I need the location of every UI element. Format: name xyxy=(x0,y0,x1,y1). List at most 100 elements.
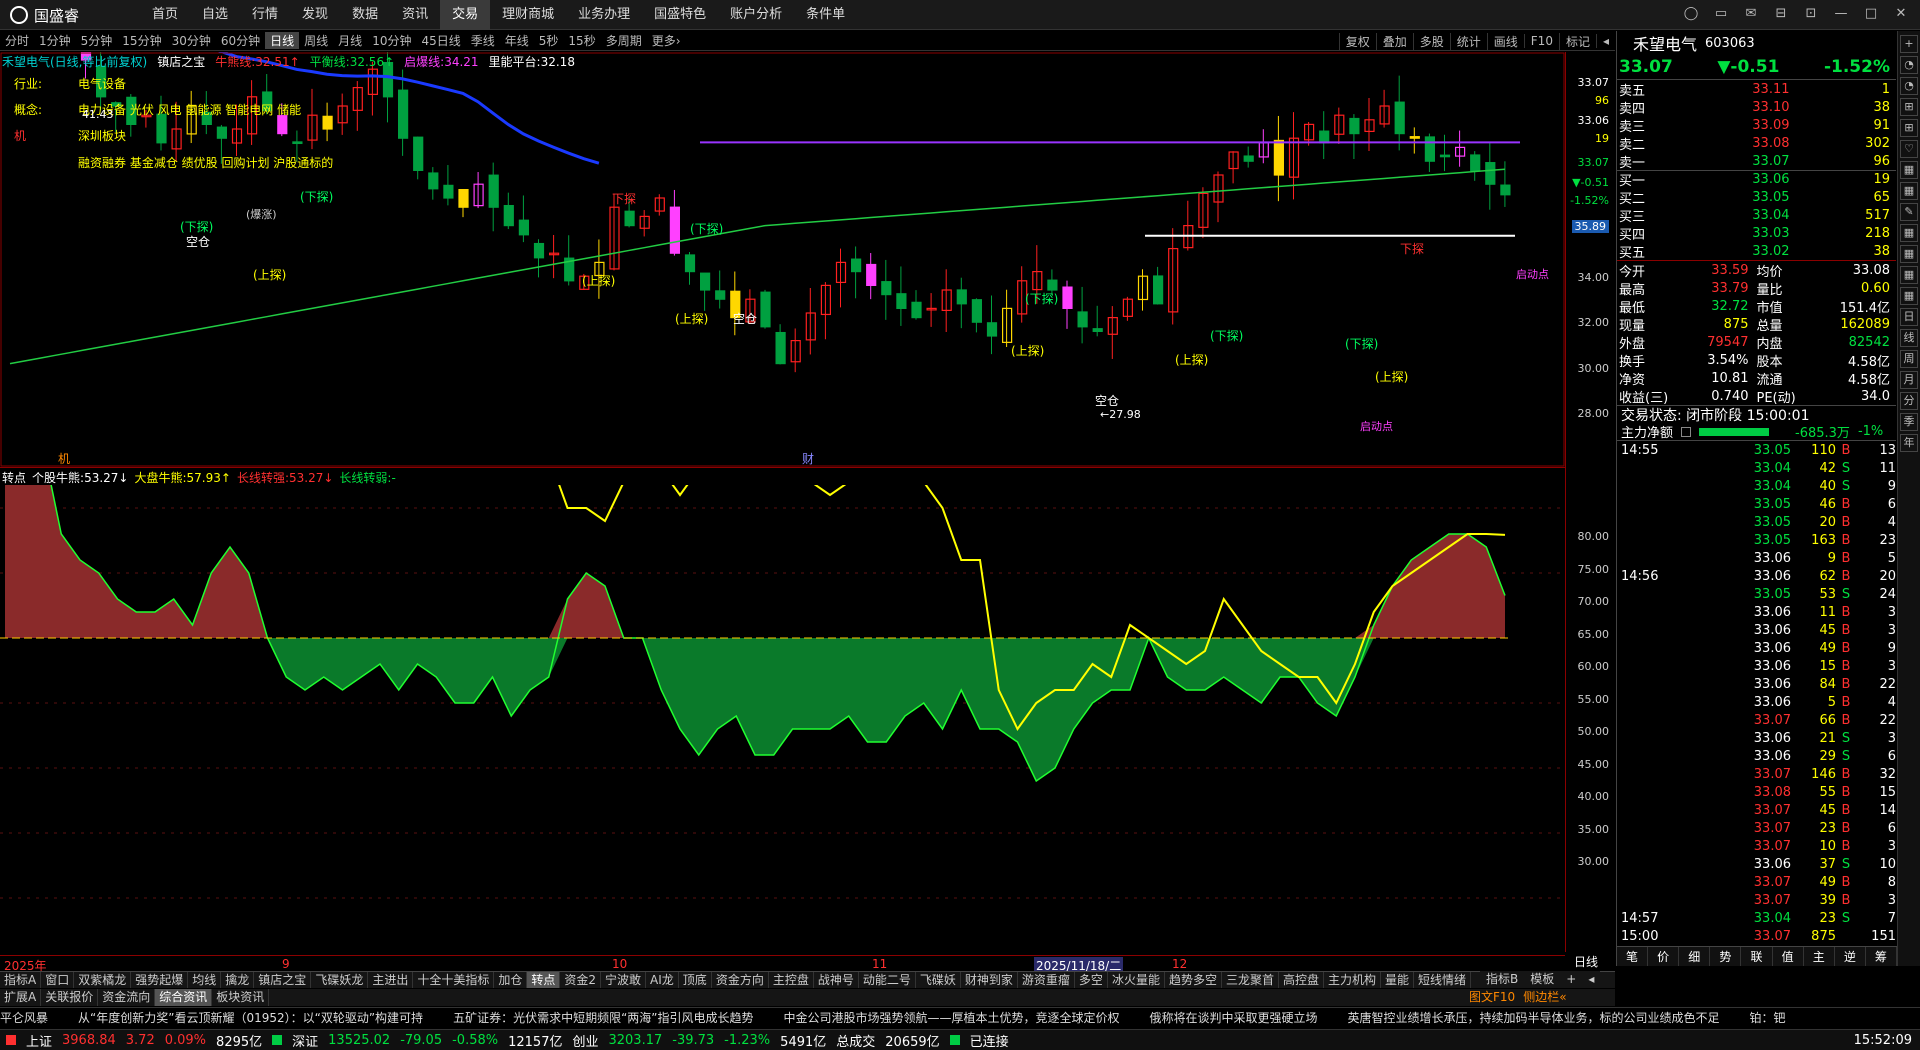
window-btn-2-icon[interactable]: ✉ xyxy=(1742,6,1760,21)
quote-tab-5[interactable]: 值 xyxy=(1773,947,1804,966)
right-tool-16[interactable]: 月 xyxy=(1900,371,1918,389)
right-tool-8[interactable]: ✎ xyxy=(1900,203,1918,221)
tick-row[interactable]: 33.04 40 S 9 xyxy=(1621,477,1896,495)
right-tool-11[interactable]: ▦ xyxy=(1900,266,1918,284)
indicator-tab-15[interactable]: 顶底 xyxy=(679,972,712,988)
quote-tab-2[interactable]: 细 xyxy=(1679,947,1711,966)
right-tool-2[interactable]: ◔ xyxy=(1900,77,1918,95)
chart-tool-2[interactable]: 多股 xyxy=(1412,32,1450,50)
chart-tool-0[interactable]: 复权 xyxy=(1338,32,1376,50)
news-item-4[interactable]: 俄称将在谈判中采取更强硬立场 xyxy=(1150,1009,1318,1026)
period-2[interactable]: 5分钟 xyxy=(76,32,118,49)
news-item-6[interactable]: 铂：钯 xyxy=(1750,1009,1786,1026)
chart-tool-3[interactable]: 统计 xyxy=(1449,32,1487,50)
period-16[interactable]: 更多› xyxy=(647,32,686,49)
right-tool-19[interactable]: 年 xyxy=(1900,434,1918,452)
window-btn-3-icon[interactable]: ⊟ xyxy=(1772,6,1790,21)
indicator-control-2[interactable]: + xyxy=(1560,971,1582,988)
right-tool-9[interactable]: ▦ xyxy=(1900,224,1918,242)
tick-row[interactable]: 33.06 49 B 9 xyxy=(1621,639,1896,657)
indicator-tab-18[interactable]: 战神号 xyxy=(814,972,859,988)
tick-row[interactable]: 14:57 33.04 23 S 7 xyxy=(1621,909,1896,927)
menu-item-6[interactable]: 交易 xyxy=(440,0,491,30)
right-tool-18[interactable]: 季 xyxy=(1900,413,1918,431)
indicator-tab-0[interactable]: 指标A xyxy=(0,972,42,988)
news-item-1[interactable]: 从“年度创新力奖”看云顶新耀（01952）：以“双轮驱动”构建可持 xyxy=(78,1009,423,1026)
period-13[interactable]: 5秒 xyxy=(534,32,564,49)
chart-tool-1[interactable]: 叠加 xyxy=(1375,32,1413,50)
tick-row[interactable]: 14:55 33.05 110 B 13 xyxy=(1621,441,1896,459)
indicator-tab-7[interactable]: 飞碟妖龙 xyxy=(311,972,369,988)
window-btn-6-icon[interactable]: □ xyxy=(1862,6,1880,21)
quote-tab-6[interactable]: 主 xyxy=(1804,947,1835,966)
quote-tab-3[interactable]: 势 xyxy=(1710,947,1742,966)
tick-row[interactable]: 33.06 21 S 3 xyxy=(1621,729,1896,747)
tick-row[interactable]: 33.07 23 B 6 xyxy=(1621,819,1896,837)
menu-item-8[interactable]: 业务办理 xyxy=(566,0,642,30)
right-tool-17[interactable]: 分 xyxy=(1900,392,1918,410)
tick-row[interactable]: 33.06 11 B 3 xyxy=(1621,603,1896,621)
bottom-tab-4[interactable]: 板块资讯 xyxy=(212,989,270,1006)
indicator-control-1[interactable]: 模板 xyxy=(1524,971,1560,988)
news-item-0[interactable]: 平仑风暴 xyxy=(0,1009,48,1026)
indicator-tab-6[interactable]: 镇店之宝 xyxy=(254,972,312,988)
tick-row[interactable]: 33.07 146 B 32 xyxy=(1621,765,1896,783)
menu-item-1[interactable]: 自选 xyxy=(190,0,240,30)
sz-label[interactable]: 深证 xyxy=(292,1031,318,1050)
period-3[interactable]: 15分钟 xyxy=(117,32,166,49)
period-7[interactable]: 周线 xyxy=(299,32,333,49)
right-tool-12[interactable]: ▦ xyxy=(1900,287,1918,305)
tick-row[interactable]: 15:00 33.07 875 151 xyxy=(1621,927,1896,945)
indicator-tab-20[interactable]: 飞碟妖 xyxy=(916,972,961,988)
bottom-tab-1[interactable]: 关联报价 xyxy=(41,989,99,1006)
indicator-tab-9[interactable]: 十全十美指标 xyxy=(413,972,495,988)
menu-item-5[interactable]: 资讯 xyxy=(390,0,440,30)
right-tool-0[interactable]: + xyxy=(1900,35,1918,53)
window-btn-0-icon[interactable]: ◯ xyxy=(1682,6,1700,21)
cy-label[interactable]: 创业 xyxy=(572,1031,598,1050)
tick-row[interactable]: 33.05 53 S 24 xyxy=(1621,585,1896,603)
period-6[interactable]: 日线 xyxy=(265,32,300,49)
right-tool-5[interactable]: ♡ xyxy=(1900,140,1918,158)
period-5[interactable]: 60分钟 xyxy=(216,32,265,49)
right-tool-7[interactable]: ▦ xyxy=(1900,182,1918,200)
period-8[interactable]: 月线 xyxy=(333,32,367,49)
indicator-control-0[interactable]: 指标B xyxy=(1480,971,1524,988)
news-item-2[interactable]: 五矿证券：光伏需求中短期频限“两海”指引风电成长趋势 xyxy=(453,1009,753,1026)
window-btn-7-icon[interactable]: ✕ xyxy=(1892,6,1910,21)
period-1[interactable]: 1分钟 xyxy=(34,32,76,49)
tick-row[interactable]: 33.06 15 B 3 xyxy=(1621,657,1896,675)
tick-row[interactable]: 33.06 5 B 4 xyxy=(1621,693,1896,711)
bottom-control-1[interactable]: 侧边栏« xyxy=(1519,989,1570,1006)
tick-row[interactable]: 33.06 9 B 5 xyxy=(1621,549,1896,567)
quote-tab-7[interactable]: 逆 xyxy=(1835,947,1866,966)
quote-tab-8[interactable]: 筹 xyxy=(1866,947,1897,966)
indicator-tab-5[interactable]: 擒龙 xyxy=(221,972,255,988)
menu-item-2[interactable]: 行情 xyxy=(240,0,290,30)
indicator-tab-26[interactable]: 三龙聚首 xyxy=(1222,972,1279,988)
indicator-tab-21[interactable]: 财神到家 xyxy=(961,972,1018,988)
tick-row[interactable]: 33.06 29 S 6 xyxy=(1621,747,1896,765)
indicator-tab-14[interactable]: AI龙 xyxy=(646,972,679,988)
indicator-tab-3[interactable]: 强势起爆 xyxy=(131,972,189,988)
indicator-tab-24[interactable]: 冰火量能 xyxy=(1108,972,1165,988)
chart-tool-5[interactable]: F10 xyxy=(1523,34,1559,48)
chart-tool-7[interactable]: ◂ xyxy=(1595,34,1615,48)
menu-item-7[interactable]: 理财商城 xyxy=(490,0,566,30)
tick-row[interactable]: 33.08 55 B 15 xyxy=(1621,783,1896,801)
bottom-tab-3[interactable]: 综合资讯 xyxy=(155,989,213,1006)
indicator-tab-29[interactable]: 量能 xyxy=(1381,972,1415,988)
period-12[interactable]: 年线 xyxy=(500,32,534,49)
right-tool-6[interactable]: ▦ xyxy=(1900,161,1918,179)
chart-tool-6[interactable]: 标记 xyxy=(1558,32,1596,50)
period-0[interactable]: 分时 xyxy=(0,32,34,49)
right-tool-4[interactable]: ⊞ xyxy=(1900,119,1918,137)
tick-row[interactable]: 33.06 37 S 10 xyxy=(1621,855,1896,873)
tick-row[interactable]: 33.05 46 B 6 xyxy=(1621,495,1896,513)
tick-list[interactable]: 14:55 33.05 110 B 13 33.04 42 S 11 33.04 40 S 9 33.05… xyxy=(1617,441,1896,945)
period-14[interactable]: 15秒 xyxy=(563,32,600,49)
tick-row[interactable]: 14:56 33.06 62 B 20 xyxy=(1621,567,1896,585)
menu-item-11[interactable]: 条件单 xyxy=(794,0,857,30)
indicator-tab-13[interactable]: 宁波敢 xyxy=(601,972,647,988)
right-tool-13[interactable]: 日 xyxy=(1900,308,1918,326)
